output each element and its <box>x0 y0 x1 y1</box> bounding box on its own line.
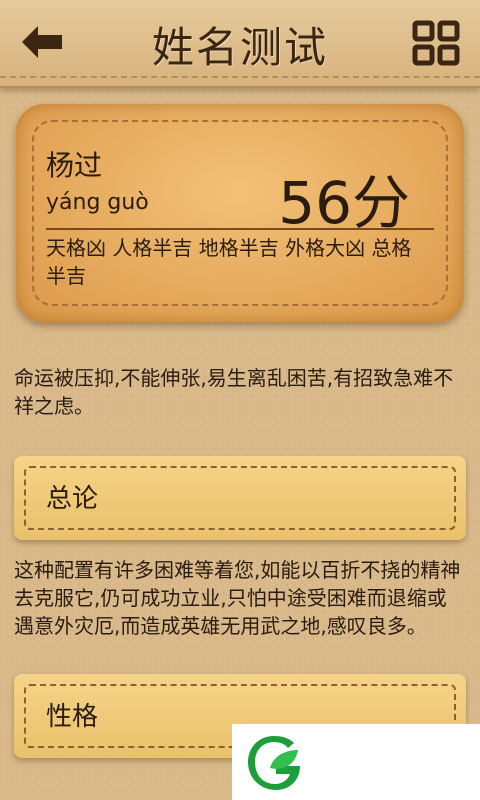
section-label-personality: 性格 <box>46 702 99 732</box>
section-header-overview[interactable]: 总论 <box>14 456 466 540</box>
result-name: 杨过 <box>46 149 103 182</box>
logo-watermark <box>232 724 480 800</box>
result-grades: 天格凶 人格半吉 地格半吉 外格大凶 总格半吉 <box>46 236 412 288</box>
fortune-text: 命运被压抑,不能伸张,易生离乱困苦,有招致急难不祥之虑。 <box>14 366 454 418</box>
app-header: 姓名测试 <box>0 0 480 88</box>
menu-button[interactable] <box>412 20 460 66</box>
green-leaf-logo-icon <box>248 736 300 790</box>
grid-icon <box>412 20 460 66</box>
result-pinyin: yáng guò <box>46 190 149 215</box>
section-label-overview: 总论 <box>46 484 99 514</box>
result-card: 杨过 yáng guò 56分 天格凶 人格半吉 地格半吉 外格大凶 总格半吉 <box>16 104 464 322</box>
overview-text: 这种配置有许多困难等着您,如能以百折不挠的精神去克服它,仍可成功立业,只怕中途受… <box>14 558 461 638</box>
page-title: 姓名测试 <box>151 23 328 72</box>
card-divider <box>46 228 434 230</box>
